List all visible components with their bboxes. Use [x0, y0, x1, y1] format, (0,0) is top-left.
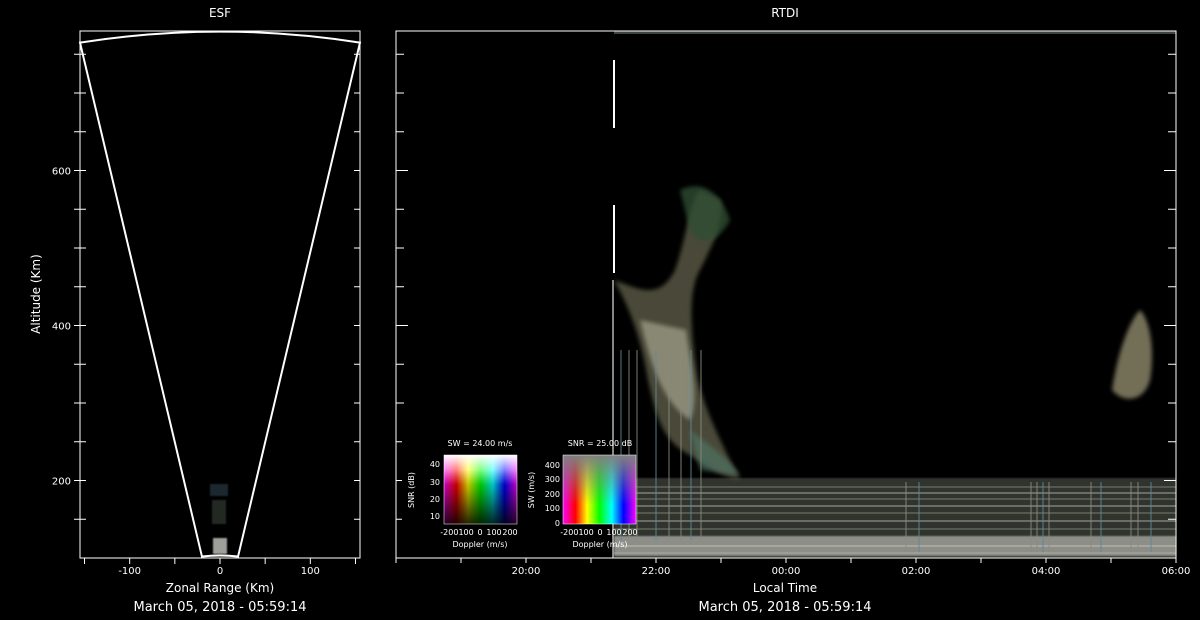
snr-legend-ytick: 400 — [545, 461, 560, 470]
esf-xlabel: Zonal Range (Km) — [166, 581, 274, 595]
snr-legend-ytick: 200 — [545, 490, 560, 499]
esf-xtick-label: 0 — [217, 566, 223, 577]
snr-legend-ytick: 100 — [545, 504, 560, 513]
esf-ytick-label: 200 — [52, 477, 71, 488]
esf-ytick-label: 400 — [52, 322, 71, 333]
snr-legend-title: SNR = 25.00 dB — [568, 439, 632, 448]
snr-legend-ytick: 0 — [555, 519, 560, 528]
esf-title: ESF — [209, 6, 231, 20]
sw-legend-ytick: 40 — [430, 460, 440, 469]
rtdi-xtick-label: 00:00 — [772, 566, 801, 577]
sw-legend-ytick: 30 — [430, 478, 440, 487]
sw-legend-title: SW = 24.00 m/s — [448, 439, 513, 448]
rtdi-xtick-label: 02:00 — [902, 566, 931, 577]
snr-legend: SNR = 25.00 dB SW (m/s) 400 300 200 100 … — [527, 439, 638, 549]
snr-legend-xlabel: Doppler (m/s) — [572, 540, 627, 549]
rtdi-xtick-label: 20:00 — [512, 566, 541, 577]
esf-panel: ESF 200 400 600 -100 0 100 Zonal Range (Km) A… — [29, 6, 362, 615]
esf-ytick-label: 600 — [52, 167, 71, 178]
esf-xtick-label: -100 — [118, 566, 141, 577]
esf-plot-frame — [79, 30, 361, 559]
rtdi-xtick-label: 22:00 — [642, 566, 671, 577]
snr-legend-xtick: 100 — [606, 528, 621, 537]
esf-ylabel: Altitude (Km) — [29, 254, 43, 334]
rtdi-xtick-label: 06:00 — [1162, 566, 1191, 577]
rtdi-date: March 05, 2018 - 05:59:14 — [699, 600, 872, 615]
esf-xtick-label: 100 — [301, 566, 320, 577]
sw-legend-xtick: -200100 — [440, 528, 473, 537]
snr-legend-ylabel: SW (m/s) — [527, 472, 536, 508]
snr-legend-xtick: 0 — [597, 528, 602, 537]
rtdi-panel: RTDI 20:00 22:00 00:00 02:00 04:00 06:00 — [395, 6, 1191, 615]
sw-legend-ytick: 10 — [430, 512, 440, 521]
figure: ESF 200400600-100 0 100 Zonal Range (Km) A… — [29, 6, 1191, 615]
rtdi-title: RTDI — [771, 6, 799, 20]
rtdi-xlabel: Local Time — [753, 581, 817, 595]
esf-date: March 05, 2018 - 05:59:14 — [134, 600, 307, 615]
sw-legend-xtick: 100 — [486, 528, 501, 537]
sw-legend-xtick: 0 — [477, 528, 482, 537]
sw-legend-ytick: 20 — [430, 495, 440, 504]
snr-legend-ytick: 300 — [545, 475, 560, 484]
sw-legend-xlabel: Doppler (m/s) — [452, 540, 507, 549]
rtdi-xtick-label: 04:00 — [1032, 566, 1061, 577]
snr-legend-xtick: -200100 — [560, 528, 593, 537]
snr-legend-xtick: 200 — [622, 528, 637, 537]
sw-legend-xtick: 200 — [502, 528, 517, 537]
sw-legend-ylabel: SNR (dB) — [407, 472, 416, 508]
